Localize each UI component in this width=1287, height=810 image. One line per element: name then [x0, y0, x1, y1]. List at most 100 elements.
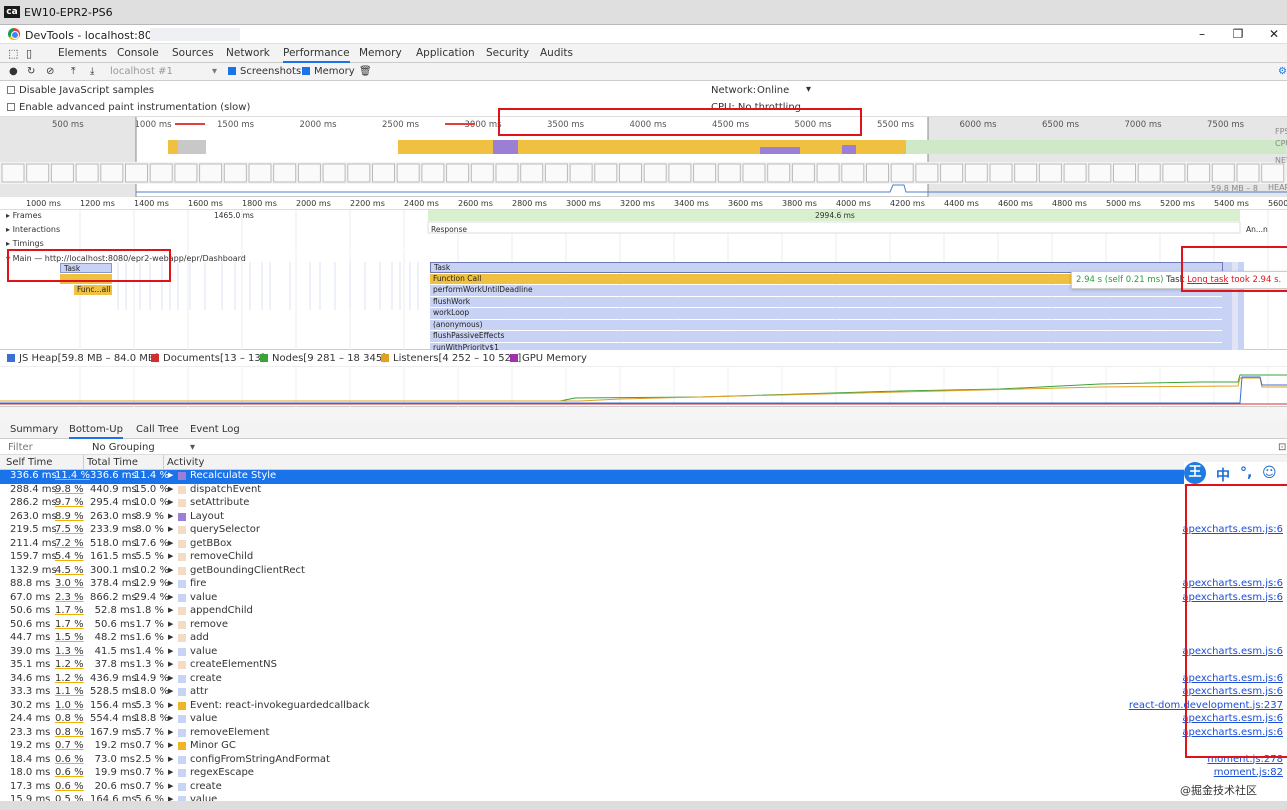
expand-toggle[interactable]: ▶	[168, 687, 173, 695]
minimize-button[interactable]: –	[1192, 27, 1212, 42]
tab-sources[interactable]: Sources	[172, 47, 214, 59]
table-row[interactable]: 219.5 ms 7.5 % 233.9 ms 8.0 % ▶ querySelector…	[0, 524, 1287, 538]
frames-track[interactable]: ▸ Frames	[6, 211, 42, 220]
table-row[interactable]: 18.0 ms 0.6 % 19.9 ms 0.7 % ▶ regexEscape mome…	[0, 767, 1287, 781]
screenshot-thumbnail[interactable]	[841, 163, 865, 183]
left-func-all-block[interactable]: Func...all	[74, 285, 112, 295]
table-row[interactable]: 24.4 ms 0.8 % 554.4 ms 18.8 % ▶ value apexchar…	[0, 713, 1287, 727]
expand-toggle[interactable]: ▶	[168, 471, 173, 479]
screenshot-thumbnail[interactable]	[26, 163, 50, 183]
expand-toggle[interactable]: ▶	[168, 620, 173, 628]
expand-toggle[interactable]: ▶	[168, 525, 173, 533]
listeners-toggle[interactable]: Listeners[4 252 – 10 529]	[381, 353, 521, 364]
network-select[interactable]: Online	[757, 85, 789, 96]
tab-event-log[interactable]: Event Log	[190, 424, 240, 435]
col-activity[interactable]: Activity	[167, 457, 204, 468]
screenshot-thumbnail[interactable]	[569, 163, 593, 183]
screenshot-thumbnail[interactable]	[767, 163, 791, 183]
screenshot-thumbnail[interactable]	[273, 163, 297, 183]
table-row[interactable]: 39.0 ms 1.3 % 41.5 ms 1.4 % ▶ value apexcharts…	[0, 646, 1287, 660]
paint-checkbox[interactable]: Enable advanced paint instrumentation (s…	[7, 102, 250, 113]
screenshot-thumbnail[interactable]	[297, 163, 321, 183]
stack-frame[interactable]: workLoop	[430, 308, 1222, 319]
ime-punctuation[interactable]: °,	[1240, 465, 1252, 481]
screenshot-thumbnail[interactable]	[1187, 163, 1211, 183]
table-row[interactable]: 34.6 ms 1.2 % 436.9 ms 14.9 % ▶ create apexcha…	[0, 673, 1287, 687]
flame-chart[interactable]: ▸ Frames 1465.0 ms 2994.6 ms ▸ Interacti…	[0, 210, 1287, 353]
table-row[interactable]: 35.1 ms 1.2 % 37.8 ms 1.3 % ▶ createElementNS	[0, 659, 1287, 673]
screenshot-thumbnail[interactable]	[866, 163, 889, 183]
source-link[interactable]: moment.js:82	[1214, 767, 1283, 778]
screenshot-thumbnail[interactable]	[717, 163, 741, 183]
screenshot-thumbnail[interactable]	[372, 163, 395, 183]
panel-toggle-icon[interactable]: ⊡	[1278, 442, 1286, 453]
disable-js-checkbox[interactable]: Disable JavaScript samples	[7, 85, 154, 96]
tab-application[interactable]: Application	[416, 47, 475, 59]
restore-button[interactable]: ❐	[1228, 27, 1248, 42]
download-icon[interactable]: ⤓	[90, 66, 94, 77]
tab-performance[interactable]: Performance	[283, 47, 350, 63]
screenshot-thumbnail[interactable]	[149, 163, 173, 183]
screenshot-thumbnail[interactable]	[964, 163, 988, 183]
tab-memory[interactable]: Memory	[359, 47, 402, 59]
trash-icon[interactable]: 🗑	[359, 66, 372, 77]
screenshot-thumbnail[interactable]	[50, 163, 74, 183]
expand-toggle[interactable]: ▶	[168, 579, 173, 587]
screenshot-thumbnail[interactable]	[1137, 163, 1161, 183]
screenshot-thumbnail[interactable]	[1088, 163, 1112, 183]
expand-toggle[interactable]: ▶	[168, 539, 173, 547]
timings-track[interactable]: ▸ Timings	[6, 239, 44, 248]
expand-toggle[interactable]: ▶	[168, 660, 173, 668]
stack-frame[interactable]: flushWork	[430, 296, 1222, 307]
screenshot-thumbnail[interactable]	[446, 163, 470, 183]
screenshot-thumbnail[interactable]	[594, 163, 618, 183]
table-row[interactable]: 211.4 ms 7.2 % 518.0 ms 17.6 % ▶ getBBox	[0, 538, 1287, 552]
table-row[interactable]: 88.8 ms 3.0 % 378.4 ms 12.9 % ▶ fire apexchart…	[0, 578, 1287, 592]
screenshot-thumbnail[interactable]	[742, 163, 766, 183]
expand-toggle[interactable]: ▶	[168, 606, 173, 614]
memory-checkbox[interactable]: Memory	[302, 66, 355, 77]
table-row[interactable]: 50.6 ms 1.7 % 52.8 ms 1.8 % ▶ appendChild	[0, 605, 1287, 619]
expand-toggle[interactable]: ▶	[168, 552, 173, 560]
ime-language[interactable]: 中	[1216, 465, 1230, 485]
grouping-select[interactable]: No Grouping	[92, 442, 155, 453]
tab-elements[interactable]: Elements	[58, 47, 107, 59]
gear-icon[interactable]: ⚙	[1278, 66, 1287, 77]
tab-bottom-up[interactable]: Bottom-Up	[69, 424, 123, 439]
screenshot-thumbnail[interactable]	[693, 163, 717, 183]
table-row[interactable]: 19.2 ms 0.7 % 19.2 ms 0.7 % ▶ Minor GC	[0, 740, 1287, 754]
table-row[interactable]: 288.4 ms 9.8 % 440.9 ms 15.0 % ▶ dispatchEven…	[0, 484, 1287, 498]
screenshot-thumbnail[interactable]	[1162, 163, 1186, 183]
table-row[interactable]: 44.7 ms 1.5 % 48.2 ms 1.6 % ▶ add	[0, 632, 1287, 646]
expand-toggle[interactable]: ▶	[168, 701, 173, 709]
screenshot-thumbnail[interactable]	[668, 163, 692, 183]
screenshot-thumbnail[interactable]	[347, 163, 371, 183]
screenshot-thumbnail[interactable]	[75, 163, 99, 183]
table-row[interactable]: 286.2 ms 9.7 % 295.4 ms 10.0 % ▶ setAttribute	[0, 497, 1287, 511]
table-row[interactable]: 30.2 ms 1.0 % 156.4 ms 5.3 % ▶ Event: react-i…	[0, 700, 1287, 714]
screenshot-thumbnail[interactable]	[1211, 163, 1235, 183]
ime-emoji-icon[interactable]: ☺	[1262, 465, 1277, 481]
gpu-memory-toggle[interactable]: GPU Memory	[510, 353, 587, 364]
screenshot-thumbnail[interactable]	[816, 163, 840, 183]
stack-frame[interactable]: (anonymous)	[430, 319, 1222, 330]
table-row[interactable]: 23.3 ms 0.8 % 167.9 ms 5.7 % ▶ removeElement a…	[0, 727, 1287, 741]
screenshot-thumbnail[interactable]	[396, 163, 420, 183]
screenshot-thumbnail[interactable]	[100, 163, 124, 183]
expand-toggle[interactable]: ▶	[168, 674, 173, 682]
expand-toggle[interactable]: ▶	[168, 485, 173, 493]
nodes-toggle[interactable]: Nodes[9 281 – 18 345]	[260, 353, 386, 364]
inspect-element-icon[interactable]: ⬚	[8, 47, 18, 60]
screenshots-checkbox[interactable]: Screenshots	[228, 66, 301, 77]
expand-toggle[interactable]: ▶	[168, 593, 173, 601]
screenshot-thumbnail[interactable]	[1261, 163, 1285, 183]
table-row[interactable]: 159.7 ms 5.4 % 161.5 ms 5.5 % ▶ removeChild	[0, 551, 1287, 565]
screenshot-thumbnail[interactable]	[1236, 163, 1260, 183]
screenshot-thumbnail[interactable]	[544, 163, 568, 183]
bottom-scrollbar[interactable]	[0, 801, 1287, 810]
tab-security[interactable]: Security	[486, 47, 529, 59]
interactions-track[interactable]: ▸ Interactions	[6, 225, 60, 234]
tab-audits[interactable]: Audits	[540, 47, 573, 59]
record-icon[interactable]: ●	[9, 66, 18, 77]
stack-frame[interactable]: flushPassiveEffects	[430, 331, 1222, 342]
